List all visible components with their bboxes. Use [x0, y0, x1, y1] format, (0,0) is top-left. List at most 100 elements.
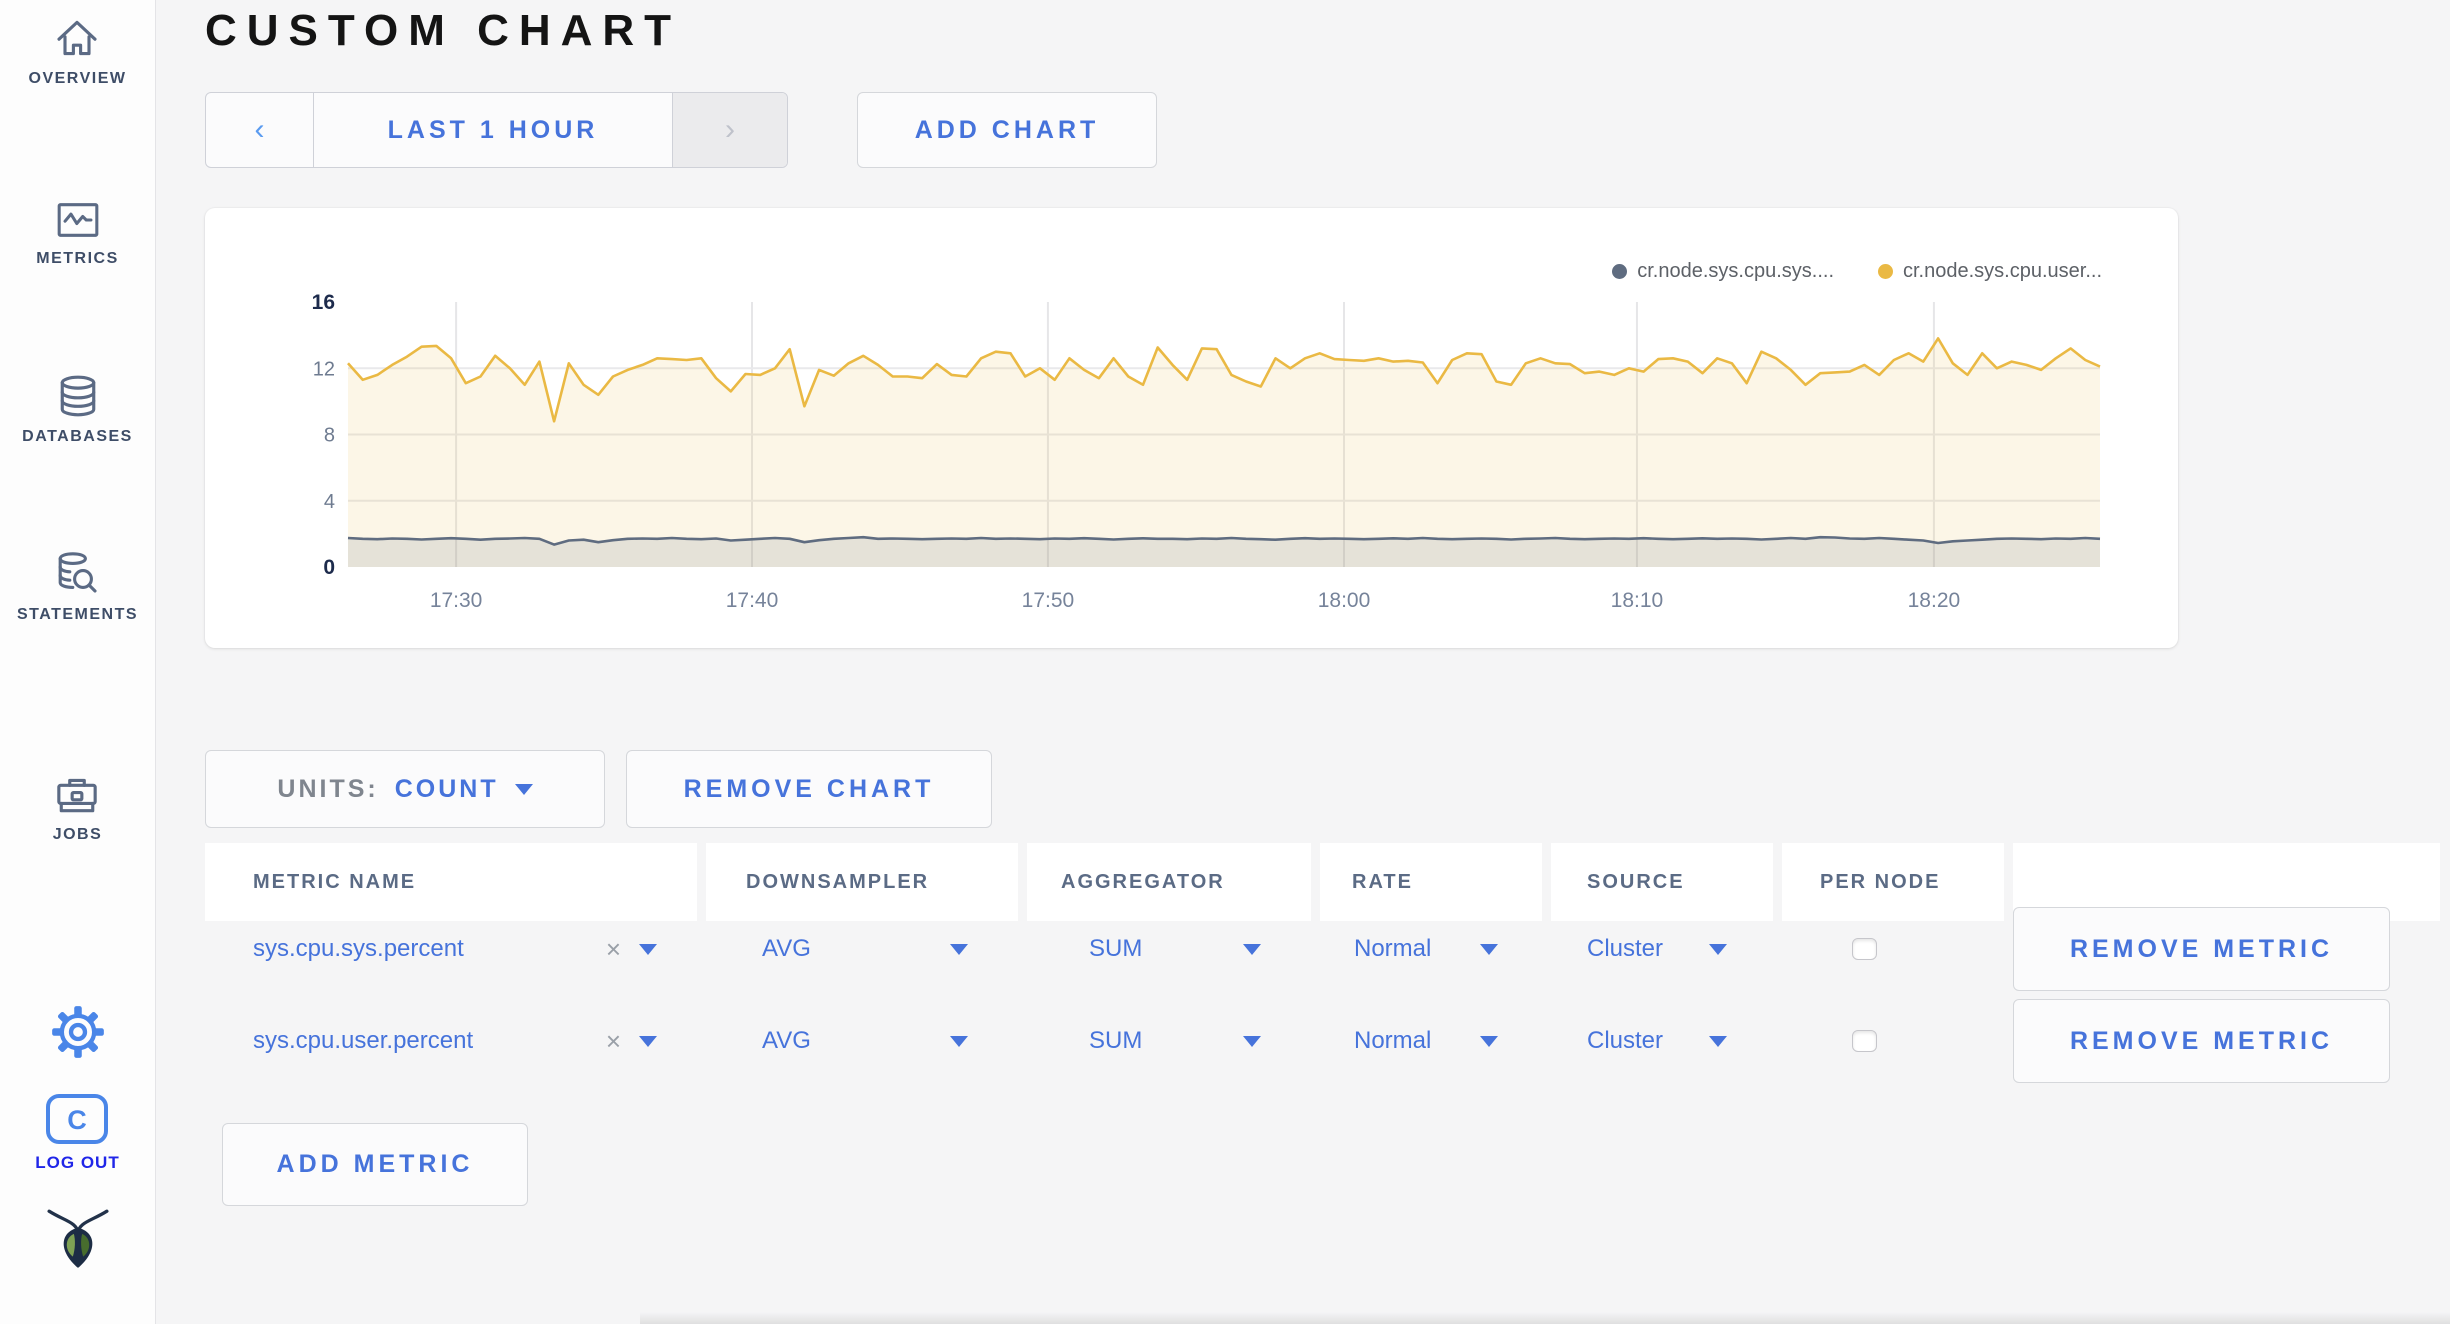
aggregator-dropdown[interactable]: SUM	[1027, 1027, 1311, 1055]
metric-select-caret-icon[interactable]	[639, 943, 657, 955]
sidebar-item-label: METRICS	[36, 250, 119, 267]
chevron-down-icon	[1709, 943, 1727, 955]
aggregator-dropdown-value: SUM	[1089, 1027, 1143, 1054]
metric-table-row: sys.cpu.sys.percent × AVG SUM Normal Cluster R…	[205, 903, 2440, 995]
clear-metric-button[interactable]: ×	[606, 1026, 621, 1057]
metric-name-controls: ×	[606, 1026, 657, 1057]
x-axis-tick: 17:30	[430, 589, 483, 612]
clear-metric-button[interactable]: ×	[606, 934, 621, 965]
source-dropdown-value: Cluster	[1587, 935, 1664, 962]
aggregator-dropdown-cell: SUM	[1027, 935, 1311, 963]
jobs-icon	[57, 778, 98, 813]
bottom-shadow	[640, 1312, 2450, 1324]
sidebar-item-label: OVERVIEW	[28, 70, 127, 87]
legend-label: cr.node.sys.cpu.user...	[1903, 260, 2102, 282]
sidebar-item-statements[interactable]: STATEMENTS	[17, 550, 138, 624]
per-node-cell	[1782, 1030, 2004, 1052]
y-axis-tick: 0	[323, 556, 335, 579]
units-value: COUNT	[394, 774, 499, 803]
sidebar-item-jobs[interactable]: JOBS	[53, 774, 103, 844]
rate-dropdown-value: Normal	[1354, 1027, 1432, 1054]
x-axis-tick: 18:00	[1318, 589, 1371, 612]
rate-dropdown-value: Normal	[1354, 935, 1432, 962]
databases-icon	[60, 375, 95, 417]
chevron-right-icon: ›	[725, 113, 735, 146]
metric-name-value[interactable]: sys.cpu.user.percent	[253, 1027, 473, 1055]
metric-name-cell: sys.cpu.sys.percent ×	[205, 934, 697, 965]
metric-name-value[interactable]: sys.cpu.sys.percent	[253, 935, 464, 963]
chevron-left-icon: ‹	[254, 113, 265, 146]
sidebar-item-databases[interactable]: DATABASES	[22, 374, 133, 446]
chevron-down-icon	[1709, 1035, 1727, 1047]
legend-item[interactable]: cr.node.sys.cpu.user...	[1878, 260, 2102, 283]
remove-chart-button[interactable]: REMOVE CHART	[626, 750, 992, 828]
metric-name-controls: ×	[606, 934, 657, 965]
per-node-cell	[1782, 938, 2004, 960]
y-axis-tick: 4	[324, 491, 335, 513]
sidebar-item-label: JOBS	[52, 826, 103, 843]
y-axis-tick: 12	[313, 358, 335, 380]
x-axis-tick: 17:50	[1022, 589, 1075, 612]
time-range-label[interactable]: LAST 1 HOUR	[314, 93, 672, 167]
per-node-checkbox[interactable]	[1852, 938, 1877, 960]
svg-text:C: C	[68, 1105, 88, 1135]
add-metric-button[interactable]: ADD METRIC	[222, 1123, 528, 1206]
remove-metric-button[interactable]: REMOVE METRIC	[2013, 999, 2390, 1083]
rate-dropdown[interactable]: Normal	[1320, 935, 1542, 963]
rate-dropdown[interactable]: Normal	[1320, 1027, 1542, 1055]
sidebar-item-overview[interactable]: OVERVIEW	[29, 16, 127, 88]
legend-item[interactable]: cr.node.sys.cpu.sys....	[1612, 260, 1834, 283]
sidebar: OVERVIEW METRICS DATABASES STATEMENTS JO…	[0, 0, 156, 1324]
x-axis-tick: 17:40	[726, 589, 779, 612]
downsampler-dropdown-cell: AVG	[706, 1027, 1018, 1055]
aggregator-dropdown-cell: SUM	[1027, 1027, 1311, 1055]
per-node-checkbox[interactable]	[1852, 1030, 1877, 1052]
add-chart-button[interactable]: ADD CHART	[857, 92, 1157, 168]
chevron-down-icon	[1243, 943, 1261, 955]
logout-label: LOG OUT	[35, 1153, 120, 1172]
source-dropdown-value: Cluster	[1587, 1027, 1664, 1054]
logout-button[interactable]: C LOG OUT	[35, 1093, 119, 1173]
legend-label: cr.node.sys.cpu.sys....	[1637, 260, 1834, 282]
statements-icon	[59, 552, 98, 593]
cockroachdb-logo[interactable]	[45, 1207, 111, 1274]
cockroach-bug-icon	[46, 1209, 109, 1268]
source-dropdown[interactable]: Cluster	[1551, 935, 1773, 963]
y-axis-tick: 16	[312, 291, 335, 314]
rate-dropdown-cell: Normal	[1320, 935, 1542, 963]
page-title: CUSTOM CHART	[205, 6, 682, 55]
settings-button[interactable]	[50, 1004, 106, 1065]
aggregator-dropdown[interactable]: SUM	[1027, 935, 1311, 963]
time-range-selector: ‹ LAST 1 HOUR ›	[205, 92, 788, 168]
cockroach-c-icon: C	[46, 1094, 109, 1144]
source-dropdown-cell: Cluster	[1551, 1027, 1773, 1055]
remove-metric-button[interactable]: REMOVE METRIC	[2013, 907, 2390, 991]
aggregator-dropdown-value: SUM	[1089, 935, 1143, 962]
metrics-icon	[57, 203, 98, 237]
y-axis-tick: 8	[324, 425, 335, 447]
rate-dropdown-cell: Normal	[1320, 1027, 1542, 1055]
chevron-down-icon	[514, 783, 533, 795]
metric-select-caret-icon[interactable]	[639, 1035, 657, 1047]
sidebar-item-metrics[interactable]: METRICS	[36, 200, 119, 268]
metric-name-cell: sys.cpu.user.percent ×	[205, 1026, 697, 1057]
chevron-down-icon	[1480, 1035, 1498, 1047]
legend-dot-icon	[1612, 264, 1628, 279]
chart-card: cr.node.sys.cpu.sys.... cr.node.sys.cpu.u…	[205, 208, 2178, 648]
downsampler-dropdown-cell: AVG	[706, 935, 1018, 963]
units-dropdown[interactable]: UNITS: COUNT	[205, 750, 605, 828]
chart-legend: cr.node.sys.cpu.sys.... cr.node.sys.cpu.u…	[1612, 260, 2102, 283]
downsampler-dropdown[interactable]: AVG	[706, 935, 1018, 963]
chevron-down-icon	[950, 1035, 968, 1047]
time-range-next-button[interactable]: ›	[672, 93, 787, 167]
metric-table-row: sys.cpu.user.percent × AVG SUM Normal Cluster…	[205, 995, 2440, 1087]
downsampler-dropdown-value: AVG	[762, 1027, 811, 1054]
time-range-prev-button[interactable]: ‹	[206, 93, 314, 167]
source-dropdown[interactable]: Cluster	[1551, 1027, 1773, 1055]
downsampler-dropdown-value: AVG	[762, 935, 811, 962]
chevron-down-icon	[950, 943, 968, 955]
remove-metric-cell: REMOVE METRIC	[2013, 907, 2440, 991]
downsampler-dropdown[interactable]: AVG	[706, 1027, 1018, 1055]
chevron-down-icon	[1243, 1035, 1261, 1047]
remove-metric-cell: REMOVE METRIC	[2013, 999, 2440, 1083]
